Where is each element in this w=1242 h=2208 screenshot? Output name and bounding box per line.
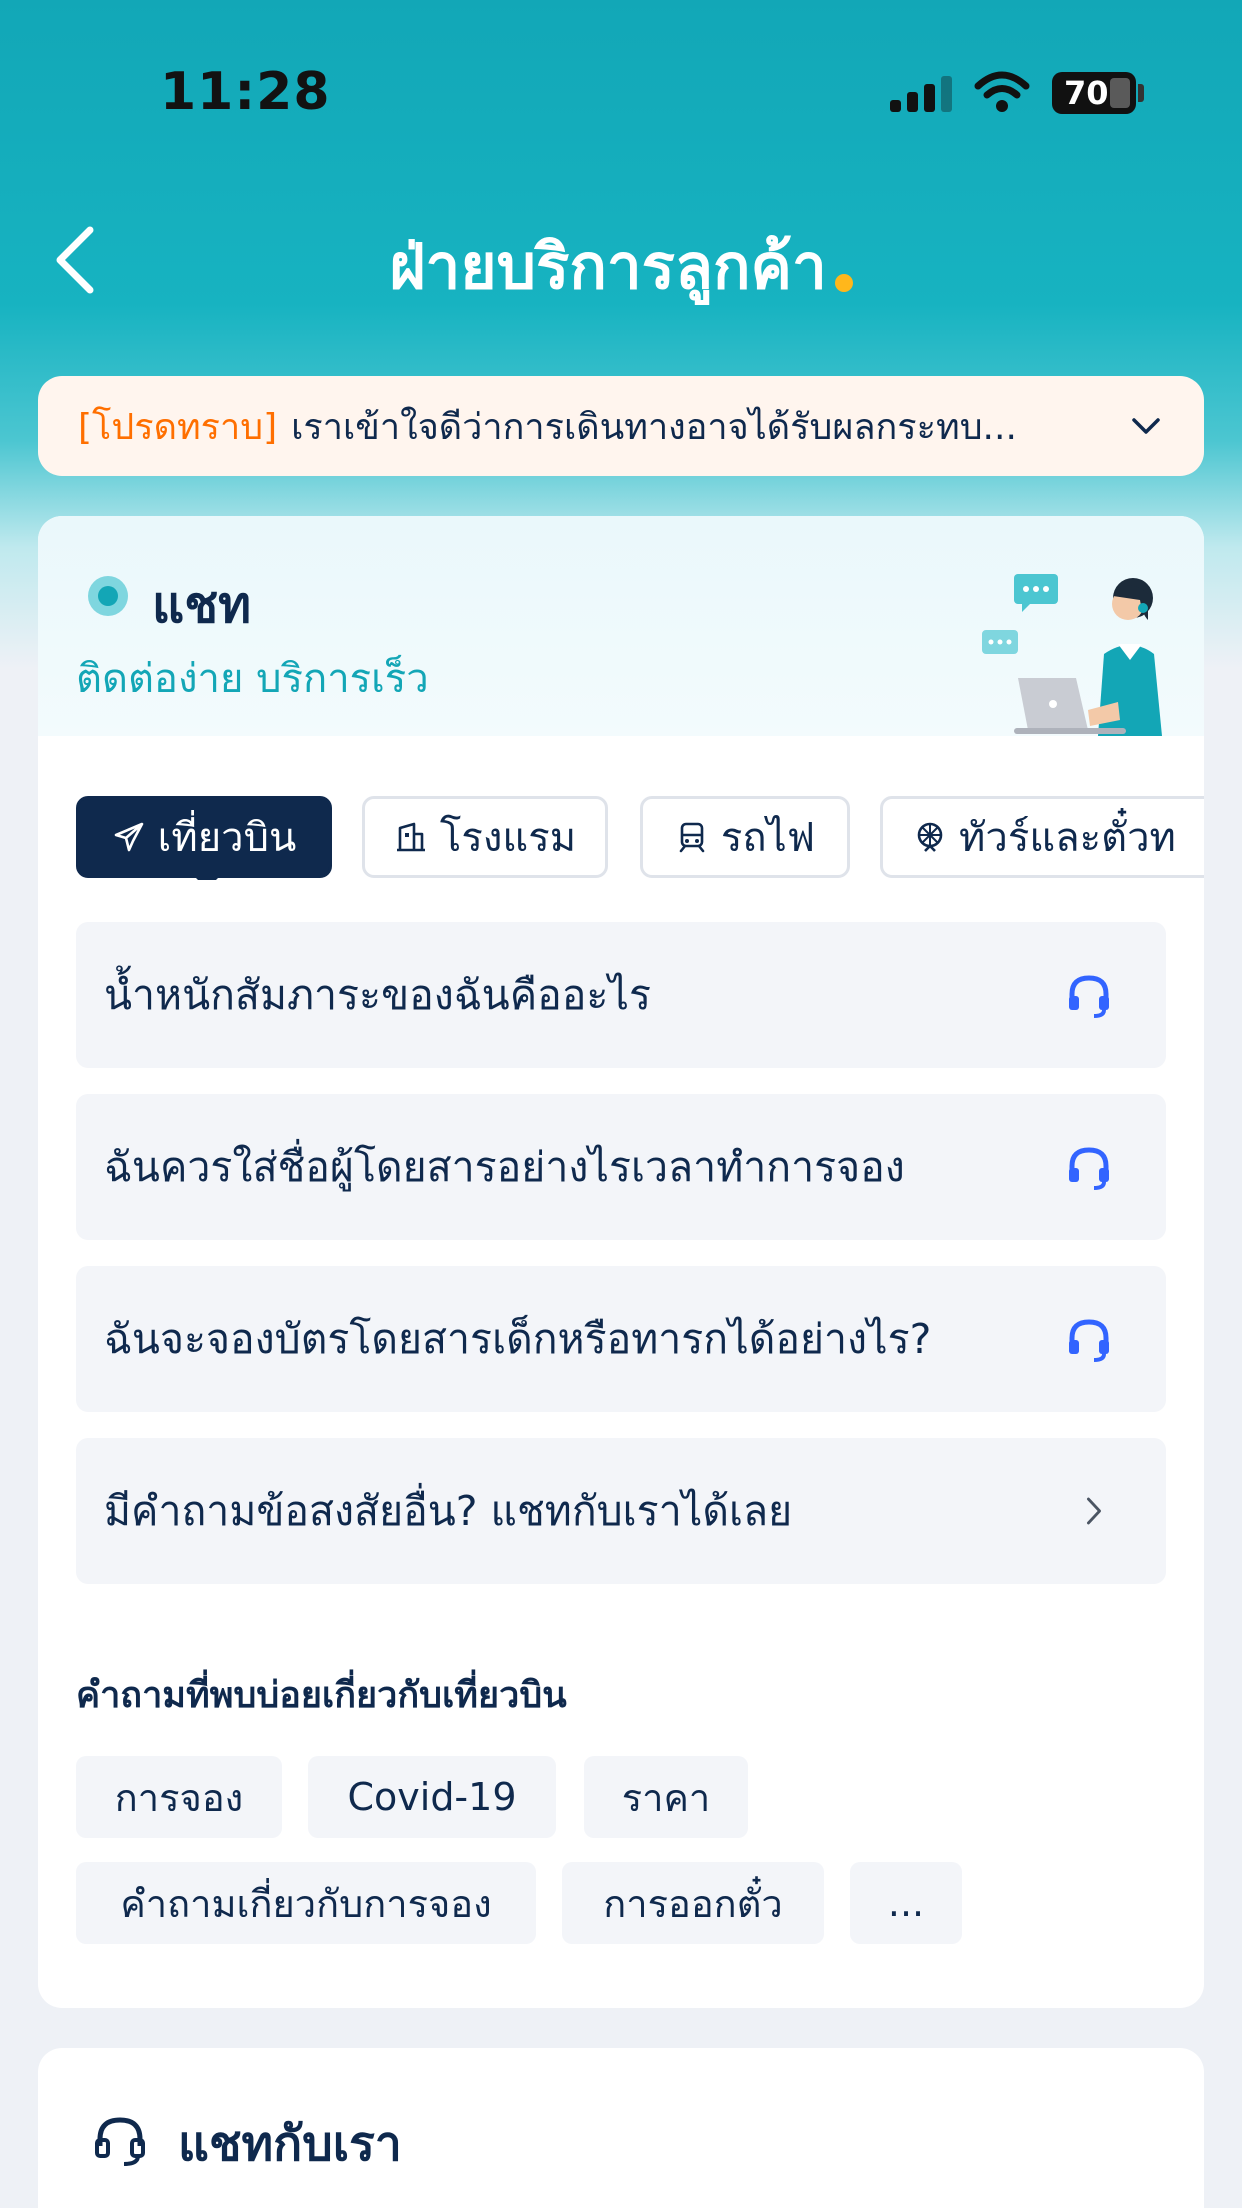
tab-trains[interactable]: รถไฟ: [640, 796, 850, 878]
chat-subtitle: ติดต่อง่าย บริการเร็ว: [76, 656, 429, 702]
hotel-icon: [396, 822, 425, 852]
battery-level: 70: [1064, 74, 1109, 112]
wifi-icon: [974, 71, 1030, 112]
question-text: น้ำหนักสัมภาระของฉันคืออะไร: [104, 970, 652, 1019]
tab-tours-tickets[interactable]: ทัวร์และตั๋วท: [880, 796, 1204, 878]
plane-icon: [114, 822, 143, 852]
headset-icon: [95, 2117, 145, 2166]
battery-cap: [1138, 84, 1144, 102]
faq-title: คำถามที่พบบ่อยเกี่ยวกับเที่ยวบิน: [76, 1675, 567, 1716]
status-bar: 11:28 70: [0, 0, 1242, 180]
question-text: ฉันจะจองบัตรโดยสารเด็กหรือทารกได้อย่างไร…: [104, 1314, 932, 1363]
ferris-wheel-icon: [917, 822, 943, 852]
faq-chip[interactable]: การจอง: [76, 1756, 282, 1838]
question-text: ฉันควรใส่ชื่อผู้โดยสารอย่างไรเวลาทำการจอ…: [104, 1142, 905, 1191]
question-item[interactable]: น้ำหนักสัมภาระของฉันคืออะไร: [76, 922, 1166, 1068]
headset-icon[interactable]: [1064, 1314, 1114, 1364]
tab-flights[interactable]: เที่ยวบิน: [76, 796, 332, 880]
category-tabs: เที่ยวบิน โรงแรม รถไฟ ทัวร์และตั๋วท: [76, 790, 1204, 880]
chat-with-us-title: แชทกับเรา: [178, 2116, 402, 2172]
tab-hotels[interactable]: โรงแรม: [362, 796, 608, 878]
support-agent-illustration: [982, 574, 1162, 736]
chat-with-us-card[interactable]: แชทกับเรา: [38, 2048, 1204, 2208]
chat-card: แชท ติดต่อง่าย บริการเร็ว เที่ยวบิน โรงแ…: [38, 516, 1204, 2008]
tab-label: เที่ยวบิน: [157, 815, 297, 861]
tab-label: ทัวร์และตั๋วท: [959, 815, 1176, 861]
question-item[interactable]: ฉันควรใส่ชื่อผู้โดยสารอย่างไรเวลาทำการจอ…: [76, 1094, 1166, 1240]
other-questions-link[interactable]: มีคำถามข้อสงสัยอื่น? แชทกับเราได้เลย: [76, 1438, 1166, 1584]
chevron-down-icon[interactable]: [1128, 408, 1164, 444]
customer-service-page: 11:28 70 ฝ่ายบริการลูกค้า [โปรดทราบ] เรา…: [0, 0, 1242, 2208]
headset-icon[interactable]: [1064, 970, 1114, 1020]
faq-chip[interactable]: การออกตั๋ว: [562, 1862, 824, 1944]
notice-text: เราเข้าใจดีว่าการเดินทางอาจได้รับผลกระทบ…: [291, 406, 1017, 448]
faq-chip[interactable]: ราคา: [584, 1756, 748, 1838]
train-icon: [679, 822, 705, 853]
chevron-right-icon: [1087, 1497, 1101, 1525]
page-title: ฝ่ายบริการลูกค้า: [0, 218, 1242, 316]
more-chips-button[interactable]: ...: [850, 1862, 962, 1944]
notice-banner[interactable]: [โปรดทราบ] เราเข้าใจดีว่าการเดินทางอาจได…: [38, 376, 1204, 476]
faq-chip[interactable]: Covid-19: [308, 1756, 556, 1838]
faq-chip[interactable]: คำถามเกี่ยวกับการจอง: [76, 1862, 536, 1944]
cellular-signal-icon: [890, 76, 952, 112]
chat-status-dot: [88, 576, 128, 616]
question-text: มีคำถามข้อสงสัยอื่น? แชทกับเราได้เลย: [104, 1486, 793, 1535]
notice-tag: [โปรดทราบ]: [78, 406, 278, 448]
chat-header: แชท ติดต่อง่าย บริการเร็ว: [38, 516, 1204, 736]
headset-icon[interactable]: [1064, 1142, 1114, 1192]
tab-label: โรงแรม: [439, 815, 577, 861]
question-item[interactable]: ฉันจะจองบัตรโดยสารเด็กหรือทารกได้อย่างไร…: [76, 1266, 1166, 1412]
title-accent-dot: [834, 274, 853, 292]
chat-title: แชท: [152, 576, 252, 634]
battery-icon: 70: [1052, 72, 1136, 114]
page-title-text: ฝ่ายบริการลูกค้า: [389, 230, 827, 303]
status-time: 11:28: [160, 62, 331, 122]
tab-label: รถไฟ: [720, 815, 816, 861]
